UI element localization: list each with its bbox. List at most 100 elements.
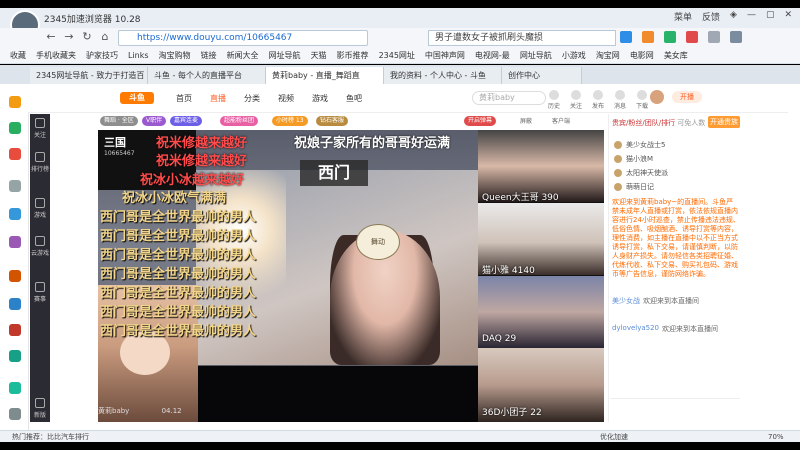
message-icon[interactable]: 消息 [612,90,628,110]
bookmark-item[interactable]: 淘宝网 [596,50,620,61]
publish-icon[interactable]: 发布 [590,90,606,110]
translate-icon[interactable] [664,31,676,43]
bookmark-item[interactable]: 2345网址 [379,50,415,61]
browser-tab[interactable]: 斗鱼 - 每个人的直播平台 [148,67,266,84]
bookmark-item[interactable]: 驴家技巧 [86,50,118,61]
nav-games[interactable]: 游戏 [312,93,328,104]
browser-tab-active[interactable]: 黄莉baby - 直播_舞蹈直 [266,67,384,84]
game-icon[interactable] [9,270,21,282]
bookmark-item[interactable]: 手机收藏夹 [36,50,76,61]
rail-games[interactable]: 游戏 [31,198,49,219]
open-vip-button[interactable]: 开通贵族 [708,116,740,128]
shopping-icon[interactable] [9,324,21,336]
refresh-icon[interactable]: ↻ [80,30,94,44]
client-button[interactable]: 客户端 [552,116,570,125]
nav-fishbar[interactable]: 鱼吧 [346,93,362,104]
browser-search-input[interactable]: 男子遭数女子被抓刷头魔损 [428,30,616,46]
start-stream-button[interactable]: 开播 [672,91,702,103]
game-icon[interactable] [620,31,632,43]
rail-new[interactable]: 新版 [31,398,49,419]
danmaku: 祝米修越来越好 [156,154,248,169]
bookmark-item[interactable]: 网址导航 [520,50,552,61]
rank-row[interactable]: 美少女战士5 [614,140,665,150]
nav-category[interactable]: 分类 [244,93,260,104]
feedback-button[interactable]: 反馈 [702,10,720,23]
guest-name: 36D小团子 22 [482,408,542,418]
rank-row[interactable]: 猫小浪M [614,154,653,164]
weibo-icon[interactable] [9,298,21,310]
nav-home[interactable]: 首页 [176,93,192,104]
forward-icon[interactable]: → [62,30,76,44]
bookmark-item[interactable]: Links [128,51,149,60]
user-avatar[interactable] [650,90,664,104]
browser-tab[interactable]: 创作中心 [502,67,582,84]
chat-icon[interactable] [9,180,21,192]
home-icon[interactable]: ⌂ [98,30,112,44]
status-news[interactable]: 热门推荐：比比汽车排行 [12,433,89,441]
tool-icon[interactable] [9,382,21,394]
bookmark-item[interactable]: 链接 [201,50,217,61]
history-icon[interactable]: 历史 [546,90,562,110]
room-badge[interactable]: 超能粉丝团 [220,116,259,126]
music-icon[interactable] [9,236,21,248]
video-icon[interactable] [9,208,21,220]
rank-row[interactable]: 萌萌日记 [614,182,654,192]
screenshot-icon[interactable] [708,31,720,43]
rail-events[interactable]: 赛事 [31,282,49,303]
address-bar[interactable]: https://www.douyu.com/10665467 [118,30,368,46]
browser-tab[interactable]: 2345网址导航 - 致力于打造百 [30,67,148,84]
minimize-icon[interactable]: — [747,10,756,23]
mascot-text: 舞动 [371,238,385,246]
rank-row[interactable]: 太阳神天使派 [614,168,668,178]
follow-icon[interactable]: 关注 [568,90,584,110]
rail-cloud-games[interactable]: 云游戏 [31,236,49,257]
nav-live[interactable]: 直播 [210,93,226,104]
browser-tab[interactable]: 我的资料 - 个人中心 - 斗鱼 [384,67,502,84]
bookmark-item[interactable]: 小游戏 [562,50,586,61]
browser-app-title: 2345加速浏览器 10.28 [44,15,141,25]
favorite-icon[interactable] [9,96,21,108]
douyu-logo[interactable]: 斗鱼 [120,92,154,104]
app-icon[interactable] [9,350,21,362]
rail-follow[interactable]: 关注 [31,118,49,139]
nav-video[interactable]: 视频 [278,93,294,104]
close-icon[interactable]: ✕ [784,10,792,23]
chat-input[interactable] [610,398,740,421]
room-badge[interactable]: 钻石客服 [316,116,349,126]
bookmark-item[interactable]: 新闻大全 [227,50,259,61]
danmaku-toggle[interactable]: 开启弹幕 [464,116,497,126]
danmaku: 西门哥是全世界最帅的男人 [100,210,257,225]
chat-tabs[interactable]: 贵宾/粉丝/团队/排行 可免人数 [612,118,705,128]
danmaku: 西门哥是全世界最帅的男人 [100,305,257,320]
clock-icon[interactable] [9,122,21,134]
bookmark-item[interactable]: 美女库 [664,50,688,61]
room-category-badge[interactable]: 舞蹈 · 全区 [100,116,138,126]
site-search-input[interactable]: 黄莉baby [472,91,546,105]
extension-icon[interactable] [642,31,654,43]
tools-icon[interactable] [730,31,742,43]
back-icon[interactable]: ← [44,30,58,44]
more-icon[interactable] [9,408,21,420]
hourly-rank-badge[interactable]: 小时榜 13 [272,116,308,126]
bookmark-item[interactable]: 电视网-最 [475,50,510,61]
tab-strip: 2345网址导航 - 致力于打造百 斗鱼 - 每个人的直播平台 黄莉baby -… [0,65,800,84]
mail-icon[interactable] [686,31,698,43]
skin-icon[interactable]: ◈ [730,10,737,23]
bookmark-item[interactable]: 网址导航 [269,50,301,61]
news-icon[interactable] [9,148,21,160]
bookmark-item[interactable]: 淘宝购物 [159,50,191,61]
bookmark-item[interactable]: 天猫 [311,50,327,61]
bookmark-item[interactable]: 中国神声网 [425,50,465,61]
danmaku: 祝冰小冰越来越好 [140,173,245,188]
bookmark-item[interactable]: 收藏 [10,50,26,61]
rail-rank[interactable]: 排行榜 [31,152,49,173]
download-icon[interactable]: 下载 [634,90,650,110]
maximize-icon[interactable]: ▢ [766,10,775,23]
room-badge[interactable]: V职伴 [142,116,167,126]
menu-button[interactable]: 菜单 [674,10,692,23]
page-scrollbar[interactable] [788,84,800,430]
block-button[interactable]: 屏蔽 [520,116,532,125]
bookmark-item[interactable]: 电影网 [630,50,654,61]
room-badge[interactable]: 嘉宾连麦 [170,116,203,126]
bookmark-item[interactable]: 影币推荐 [337,50,369,61]
